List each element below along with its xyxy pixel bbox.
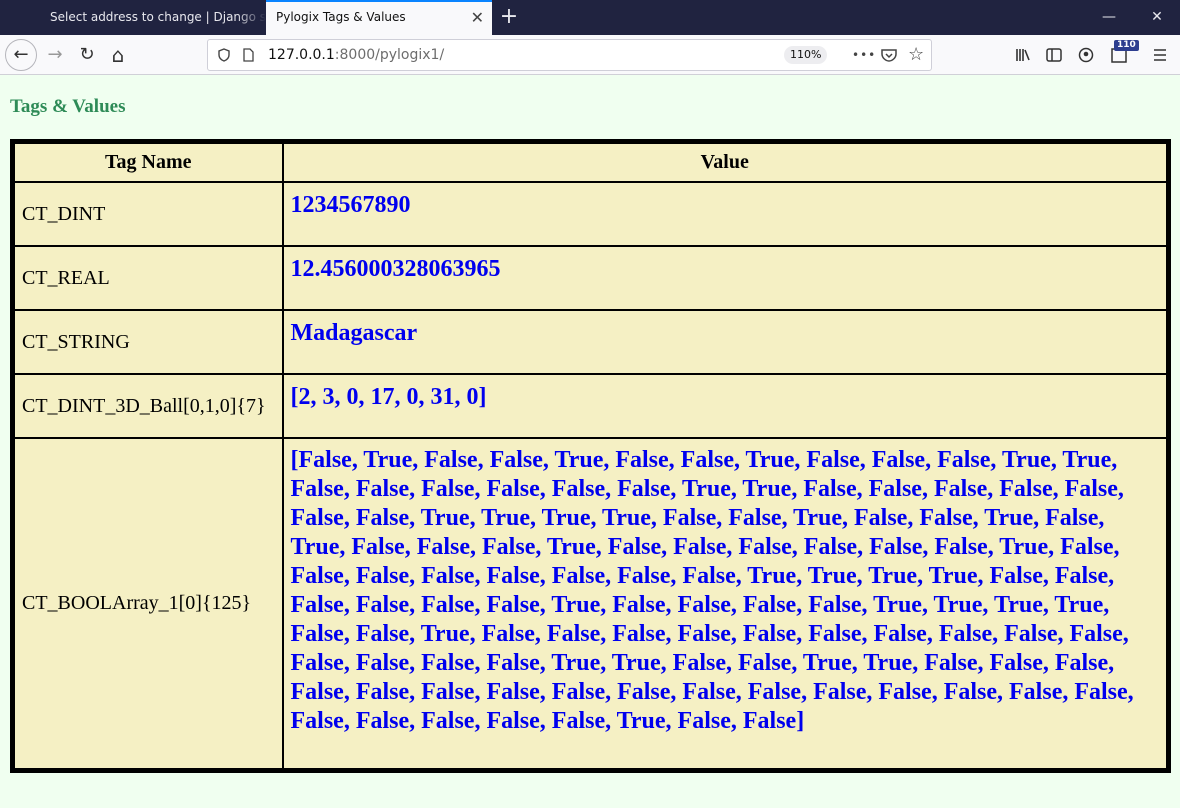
title-bar: Select address to change | Django s Pylo… bbox=[0, 0, 1180, 35]
table-row: CT_STRING Madagascar bbox=[11, 309, 1170, 375]
window-close-icon[interactable]: ✕ bbox=[1134, 0, 1180, 35]
tag-value-cell: Madagascar bbox=[281, 309, 1170, 375]
table-row: CT_DINT 1234567890 bbox=[11, 181, 1170, 247]
tag-value-cell: [2, 3, 0, 17, 0, 31, 0] bbox=[281, 373, 1170, 439]
value-header: Value bbox=[281, 140, 1170, 183]
nav-bar: ← → ↻ ⌂ 127.0.0.1:8000/pylogix1/ 110% ••… bbox=[0, 35, 1180, 75]
forward-icon[interactable]: → bbox=[40, 40, 70, 70]
menu-icon[interactable] bbox=[1145, 40, 1175, 70]
page-info-icon[interactable] bbox=[242, 40, 254, 70]
url-bar[interactable]: 127.0.0.1:8000/pylogix1/ 110% ••• ☆ bbox=[207, 39, 932, 71]
table-row: CT_BOOLArray_1[0]{125} [False, True, Fal… bbox=[11, 437, 1170, 772]
tab-title: Select address to change | Django s bbox=[50, 10, 266, 24]
maximize-icon[interactable] bbox=[1087, 0, 1133, 35]
tag-name-cell: CT_BOOLArray_1[0]{125} bbox=[11, 437, 284, 772]
url-path: :8000/pylogix1/ bbox=[334, 47, 445, 63]
tab-pylogix[interactable]: Pylogix Tags & Values ✕ bbox=[266, 0, 492, 35]
tag-name-cell: CT_DINT bbox=[11, 181, 284, 247]
page-title: Tags & Values bbox=[10, 96, 126, 117]
tag-value-cell: [False, True, False, False, True, False,… bbox=[281, 437, 1170, 772]
table-header-row: Tag Name Value bbox=[11, 140, 1170, 183]
table-row: CT_REAL 12.456000328063965 bbox=[11, 245, 1170, 311]
tab-django[interactable]: Select address to change | Django s bbox=[40, 0, 266, 35]
zoom-level[interactable]: 110% bbox=[784, 46, 828, 64]
back-icon[interactable]: ← bbox=[5, 39, 37, 71]
tag-name-cell: CT_REAL bbox=[11, 245, 284, 311]
extension-badge: 110 bbox=[1114, 40, 1139, 51]
tab-title: Pylogix Tags & Values bbox=[276, 10, 406, 24]
tag-value-cell: 1234567890 bbox=[281, 181, 1170, 247]
reload-icon[interactable]: ↻ bbox=[72, 40, 102, 70]
close-tab-icon[interactable]: ✕ bbox=[471, 2, 484, 33]
tag-value-cell: 12.456000328063965 bbox=[281, 245, 1170, 311]
url-text[interactable]: 127.0.0.1:8000/pylogix1/ bbox=[268, 40, 444, 70]
account-icon[interactable] bbox=[1071, 40, 1101, 70]
url-host: 127.0.0.1 bbox=[268, 47, 335, 63]
tag-name-cell: CT_DINT_3D_Ball[0,1,0]{7} bbox=[11, 373, 284, 439]
tag-name-header: Tag Name bbox=[11, 140, 284, 183]
more-actions-icon[interactable]: ••• bbox=[852, 40, 876, 70]
shield-icon[interactable] bbox=[218, 40, 230, 70]
tags-values-table: Tag Name Value CT_DINT 1234567890 CT_REA… bbox=[10, 139, 1171, 773]
new-tab-icon[interactable]: + bbox=[495, 0, 523, 35]
sidebar-icon[interactable] bbox=[1039, 40, 1069, 70]
tag-name-cell: CT_STRING bbox=[11, 309, 284, 375]
bookmark-star-icon[interactable]: ☆ bbox=[908, 40, 924, 70]
pocket-icon[interactable] bbox=[881, 40, 897, 70]
home-icon[interactable]: ⌂ bbox=[103, 40, 133, 70]
table-row: CT_DINT_3D_Ball[0,1,0]{7} [2, 3, 0, 17, … bbox=[11, 373, 1170, 439]
library-icon[interactable] bbox=[1008, 40, 1038, 70]
